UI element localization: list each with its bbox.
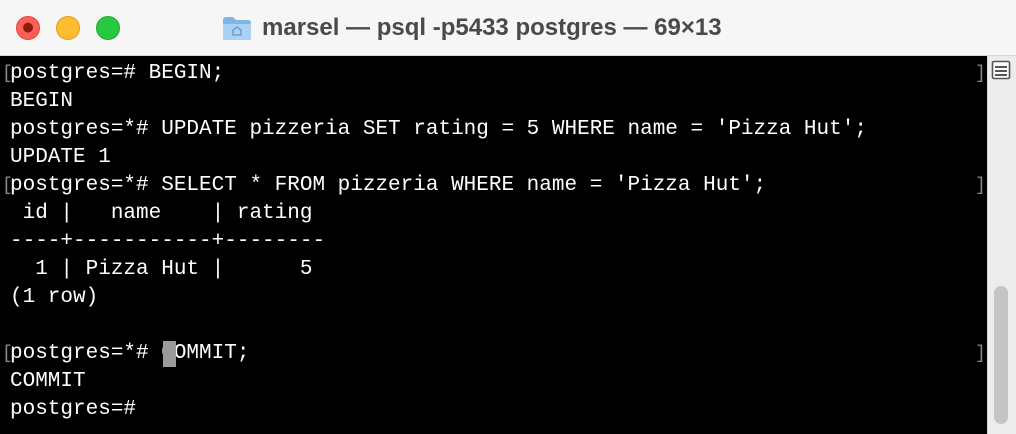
line-mark-close: ]	[975, 344, 986, 364]
terminal-window: ● marsel — psql -p5433 postgres — 69×13 …	[0, 0, 1016, 434]
terminal-line: postgres=*# UPDATE pizzeria SET rating =…	[10, 118, 867, 141]
terminal-line: (1 row)	[10, 286, 99, 309]
close-icon: ●	[22, 20, 34, 35]
line-mark-close: ]	[975, 64, 986, 84]
window-title-group: marsel — psql -p5433 postgres — 69×13	[222, 12, 722, 44]
terminal-line: COMMIT	[10, 370, 86, 393]
terminal-line: id | name | rating	[10, 202, 313, 225]
text-cursor	[163, 341, 176, 367]
close-button[interactable]: ●	[16, 16, 40, 40]
scrollbar-thumb[interactable]	[994, 286, 1008, 424]
title-bar[interactable]: ● marsel — psql -p5433 postgres — 69×13	[0, 0, 1016, 56]
terminal-line: UPDATE 1	[10, 146, 111, 169]
terminal-line: 1 | Pizza Hut | 5	[10, 258, 313, 281]
zoom-button[interactable]	[96, 16, 120, 40]
window-title: marsel — psql -p5433 postgres — 69×13	[262, 14, 722, 41]
split-pane-icon[interactable]	[991, 60, 1011, 80]
terminal-prompt-line: postgres=#	[10, 398, 149, 421]
terminal-line: postgres=*# COMMIT;	[10, 342, 250, 365]
terminal-output[interactable]: [ ] [ ] [ ] postgres=# BEGIN; BEGIN post…	[0, 56, 987, 434]
folder-icon	[223, 17, 251, 40]
line-mark-close: ]	[975, 176, 986, 196]
minimize-button[interactable]	[56, 16, 80, 40]
terminal-line: postgres=# BEGIN;	[10, 62, 225, 85]
terminal-line: BEGIN	[10, 90, 74, 113]
terminal-line: ----+-----------+--------	[10, 230, 326, 253]
terminal-line: postgres=*# SELECT * FROM pizzeria WHERE…	[10, 174, 767, 197]
